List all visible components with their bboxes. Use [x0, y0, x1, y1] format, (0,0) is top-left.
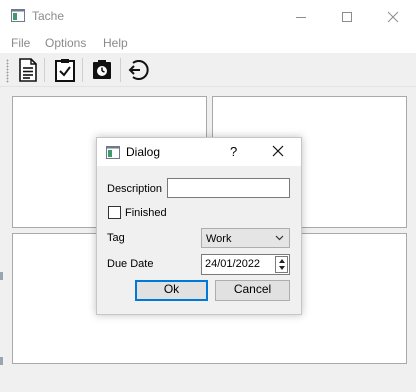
- tag-select[interactable]: Work: [201, 228, 290, 248]
- document-list-icon: [19, 58, 37, 82]
- due-date-label: Due Date: [107, 258, 154, 270]
- back-arrow-icon: [128, 60, 149, 80]
- tag-select-value: Work: [206, 233, 232, 245]
- spin-up-icon[interactable]: [279, 259, 285, 263]
- finished-label: Finished: [125, 207, 167, 219]
- dialog-title: Dialog: [126, 145, 161, 159]
- toolbar-separator: [120, 58, 121, 82]
- toolbar-grip[interactable]: [6, 59, 9, 83]
- toolbar-separator: [82, 58, 83, 82]
- dialog-title-bar: Dialog ?: [97, 138, 301, 166]
- close-button[interactable]: [370, 0, 416, 33]
- background-window-edge: [0, 272, 3, 280]
- app-icon: [11, 9, 25, 25]
- due-date-value: 24/01/2022: [205, 258, 261, 270]
- window-title: Tache: [32, 9, 65, 23]
- main-window: Tache File Options Help Dialog ? Descrip…: [0, 0, 416, 392]
- toolbar-separator: [44, 58, 45, 82]
- close-icon: [387, 11, 399, 22]
- dialog-app-icon: [106, 146, 120, 162]
- title-bar: Tache: [0, 0, 416, 33]
- ok-button[interactable]: Ok: [135, 280, 208, 301]
- task-dialog: Dialog ? Description Finished Tag Work D…: [96, 137, 302, 315]
- maximize-icon: [342, 11, 352, 22]
- chevron-down-icon: [275, 235, 284, 241]
- close-icon: [272, 145, 284, 157]
- toolbar: [0, 53, 416, 87]
- minimize-button[interactable]: [278, 0, 324, 33]
- date-spinner[interactable]: [275, 256, 288, 273]
- timer-icon: [93, 60, 111, 79]
- due-date-field[interactable]: 24/01/2022: [201, 254, 290, 275]
- menu-file[interactable]: File: [11, 36, 30, 50]
- minimize-icon: [296, 16, 306, 18]
- finished-checkbox[interactable]: [108, 206, 121, 219]
- menu-help[interactable]: Help: [103, 36, 128, 50]
- maximize-button[interactable]: [324, 0, 370, 33]
- cancel-button[interactable]: Cancel: [215, 280, 290, 301]
- spin-down-icon[interactable]: [279, 266, 285, 270]
- clipboard-check-button[interactable]: [52, 57, 78, 83]
- document-list-button[interactable]: [15, 57, 41, 83]
- menu-bar: File Options Help: [0, 33, 416, 53]
- back-arrow-button[interactable]: [126, 57, 152, 83]
- description-field[interactable]: [167, 178, 290, 198]
- dialog-close-button[interactable]: [270, 143, 286, 159]
- dialog-help-button[interactable]: ?: [230, 144, 237, 159]
- timer-button[interactable]: [89, 57, 115, 83]
- description-label: Description: [107, 183, 163, 195]
- menu-options[interactable]: Options: [45, 36, 86, 50]
- clipboard-check-icon: [55, 59, 75, 82]
- background-window-edge: [0, 357, 3, 365]
- tag-label: Tag: [107, 232, 125, 244]
